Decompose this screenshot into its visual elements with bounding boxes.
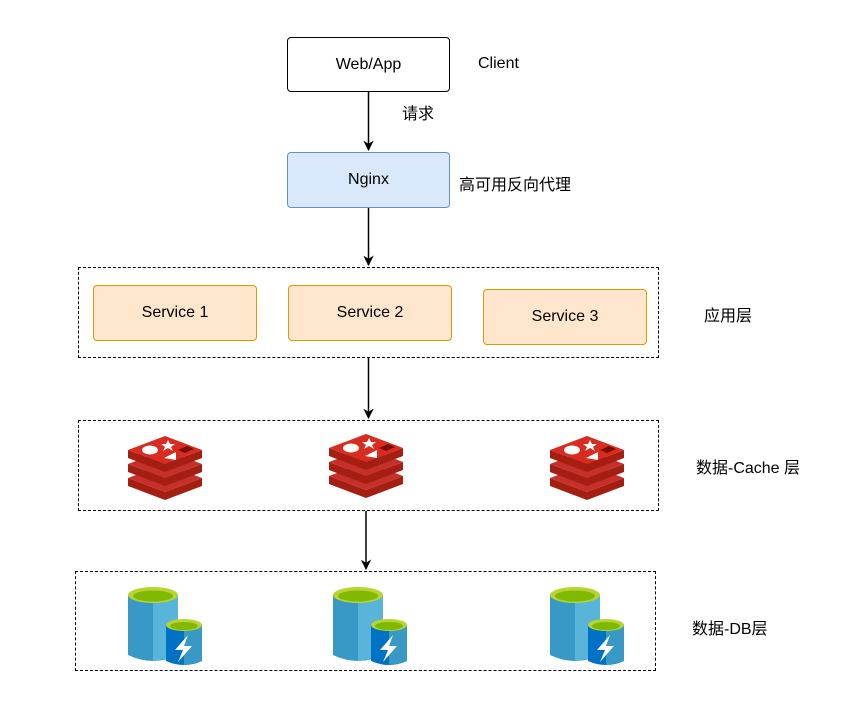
database-icon (548, 585, 626, 670)
service-1-box[interactable]: Service 1 (93, 285, 257, 341)
database-icon (331, 585, 409, 670)
service-label: Service 1 (141, 304, 209, 321)
request-label: 请求 (402, 106, 435, 123)
service-3-box[interactable]: Service 3 (483, 289, 647, 345)
redis-icon (126, 434, 204, 505)
proxy-side-label: 高可用反向代理 (459, 177, 572, 194)
nginx-label: Nginx (348, 171, 389, 188)
redis-icon (327, 432, 405, 503)
client-label: Web/App (335, 55, 402, 73)
service-label: Service 3 (531, 308, 599, 325)
client-side-label: Client (478, 55, 519, 72)
redis-icon (548, 434, 626, 505)
app-layer-label: 应用层 (704, 308, 753, 325)
nginx-box[interactable]: Nginx (287, 152, 450, 208)
database-icon (126, 585, 204, 670)
service-label: Service 2 (336, 304, 404, 321)
cache-layer-label: 数据-Cache 层 (696, 460, 801, 477)
service-2-box[interactable]: Service 2 (288, 285, 452, 341)
db-layer-label: 数据-DB层 (692, 621, 768, 638)
client-box[interactable]: Web/App (287, 37, 450, 92)
